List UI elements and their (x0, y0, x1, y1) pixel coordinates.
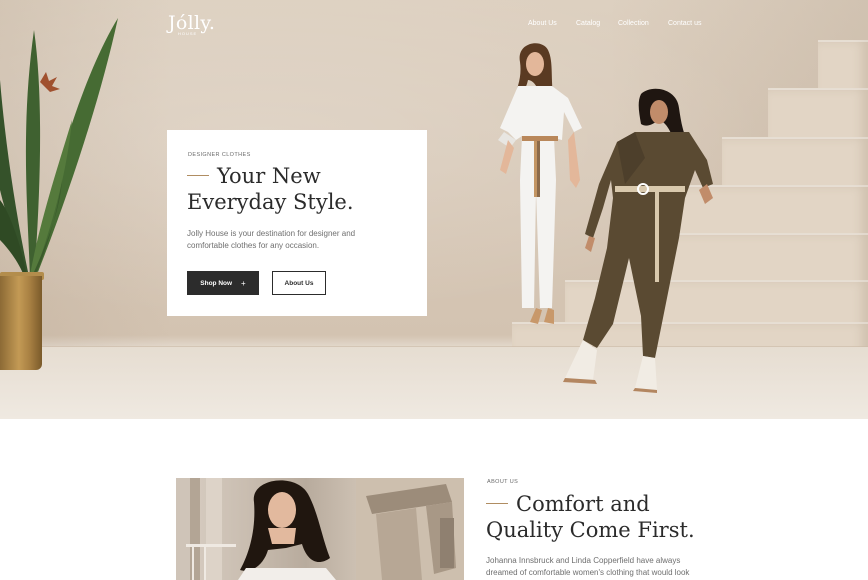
about-title-line-1: Comfort and (486, 491, 650, 517)
hero-card: DESIGNER CLOTHES Your New Everyday Style… (167, 130, 427, 316)
about-photo (176, 478, 464, 580)
nav-item-contact-us[interactable]: Contact us (668, 20, 701, 27)
plant-image (0, 18, 118, 280)
hero-floor (0, 347, 868, 419)
nav-item-about-us[interactable]: About Us (528, 20, 557, 27)
about-eyebrow: ABOUT US (487, 479, 519, 485)
plus-icon: + (241, 278, 246, 288)
accent-dash (187, 175, 209, 176)
model-olive-jumpsuit-image (563, 88, 713, 393)
plant-pot (0, 276, 42, 370)
shop-now-label: Shop Now (200, 279, 233, 287)
hero-section: Jólly. HOUSE About Us Catalog Collection… (0, 0, 868, 419)
about-text-line-2: dreamed of comfortable women's clothing … (486, 568, 690, 577)
hero-description-line-1: Jolly House is your destination for desi… (187, 229, 356, 238)
hero-title-line-2: Everyday Style. (187, 190, 354, 214)
accent-dash (486, 503, 508, 504)
nav-item-catalog[interactable]: Catalog (576, 20, 600, 27)
brand-logo-subtitle: HOUSE (178, 31, 198, 36)
hero-description-line-2: comfortable clothes for any occasion. (187, 241, 320, 250)
hero-title-text-1: Your New (217, 164, 321, 188)
shop-now-button[interactable]: Shop Now + (187, 271, 259, 295)
about-text-line-1: Johanna Innsbruck and Linda Copperfield … (486, 556, 681, 565)
about-photo-scene (176, 478, 464, 580)
nav-item-collection[interactable]: Collection (618, 20, 649, 27)
hero-eyebrow: DESIGNER CLOTHES (188, 152, 251, 158)
hero-title-line-1: Your New (187, 163, 321, 189)
about-us-button[interactable]: About Us (272, 271, 326, 295)
about-title-line-2: Quality Come First. (486, 518, 695, 542)
main-nav: About Us Catalog Collection Contact us (0, 20, 868, 30)
about-title-text-1: Comfort and (516, 492, 650, 516)
